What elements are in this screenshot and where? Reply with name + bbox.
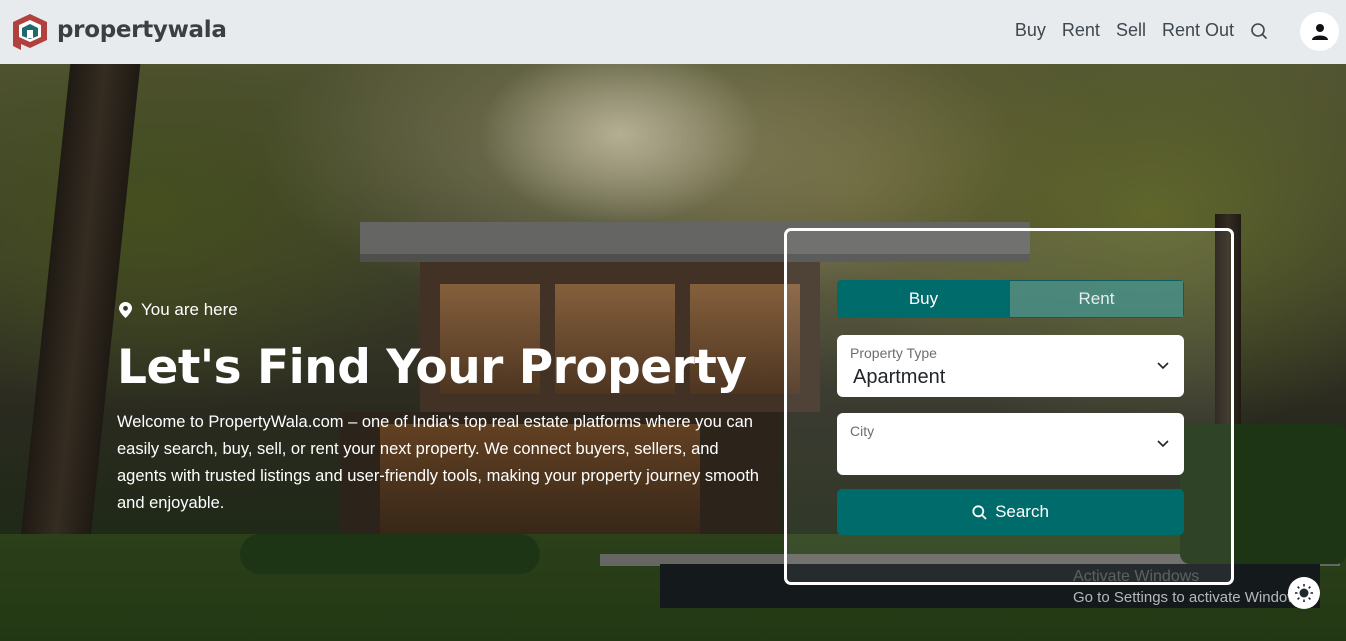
brand-name: propertywala xyxy=(57,17,227,43)
nav-rent-out[interactable]: Rent Out xyxy=(1162,20,1234,41)
hero-description: Welcome to PropertyWala.com – one of Ind… xyxy=(117,413,759,512)
brand-logo[interactable]: propertywala xyxy=(12,13,227,51)
theme-toggle-button[interactable] xyxy=(1288,577,1320,609)
search-button[interactable]: Search xyxy=(837,489,1184,535)
property-type-value: Apartment xyxy=(853,366,946,388)
chevron-down-icon xyxy=(1157,440,1169,448)
chevron-down-icon xyxy=(1157,362,1169,370)
search-mode-tabs: Buy Rent xyxy=(837,280,1184,318)
nav-sell[interactable]: Sell xyxy=(1116,20,1146,41)
city-label: City xyxy=(850,423,875,439)
nav-buy[interactable]: Buy xyxy=(1015,20,1046,41)
house-logo-icon xyxy=(13,14,47,50)
map-pin-icon xyxy=(119,302,132,318)
location-label: You are here xyxy=(141,300,238,319)
search-icon[interactable] xyxy=(1250,22,1268,40)
property-type-label: Property Type xyxy=(850,345,937,361)
location-indicator: You are here xyxy=(119,300,238,320)
tab-rent[interactable]: Rent xyxy=(1010,280,1184,318)
search-button-label: Search xyxy=(995,502,1049,521)
user-account-button[interactable] xyxy=(1300,12,1339,51)
city-select[interactable]: City xyxy=(837,413,1184,475)
nav-rent[interactable]: Rent xyxy=(1062,20,1100,41)
user-icon xyxy=(1311,23,1328,40)
tab-buy[interactable]: Buy xyxy=(837,280,1010,318)
property-type-select[interactable]: Property Type Apartment xyxy=(837,335,1184,397)
main-nav: Buy Rent Sell Rent Out xyxy=(999,20,1268,41)
sun-icon xyxy=(1295,584,1313,602)
search-icon xyxy=(972,504,987,520)
property-search-panel: Buy Rent Property Type Apartment City Se… xyxy=(784,228,1234,585)
activation-watermark-text: Go to Settings to activate Windows. xyxy=(1073,589,1310,606)
top-navbar: propertywala Buy Rent Sell Rent Out xyxy=(0,0,1346,64)
hero-title: Let's Find Your Property xyxy=(117,340,747,395)
activation-watermark-title: Activate Windows xyxy=(1073,568,1200,585)
